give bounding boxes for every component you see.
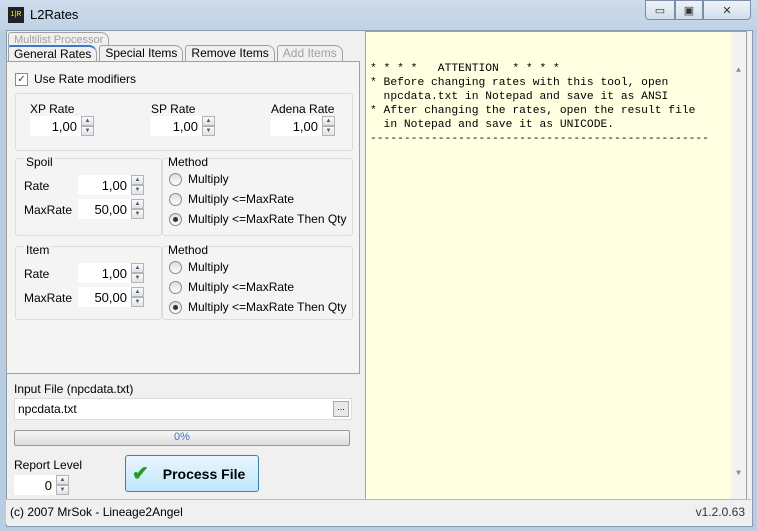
input-file-label: Input File (npcdata.txt): [14, 382, 134, 396]
xp-rate-value[interactable]: 1,00: [30, 119, 81, 134]
item-maxrate-label: MaxRate: [24, 291, 73, 305]
spin-up-icon[interactable]: ▲: [81, 116, 94, 126]
report-level-label: Report Level: [14, 458, 83, 472]
spoil-method-multiply-maxrate-qty[interactable]: Multiply <=MaxRate Then Qty: [169, 209, 347, 229]
spin-down-icon[interactable]: ▼: [81, 126, 94, 136]
process-file-label: Process File: [162, 465, 246, 482]
item-maxrate-value[interactable]: 50,00: [78, 290, 131, 305]
input-file-field[interactable]: npcdata.txt ...: [14, 398, 352, 420]
spoil-method-group: Method Multiply Multiply <=MaxRate Multi…: [162, 155, 353, 236]
progress-bar: 0%: [14, 430, 350, 446]
item-method-group: Method Multiply Multiply <=MaxRate Multi…: [162, 243, 353, 320]
window-title: L2Rates: [30, 7, 79, 22]
item-method-title: Method: [168, 243, 209, 257]
progress-label: 0%: [174, 431, 190, 443]
adena-rate-label: Adena Rate: [271, 102, 335, 116]
spoil-title: Spoil: [24, 155, 55, 169]
spoil-maxrate-label: MaxRate: [24, 203, 73, 217]
item-rate-value[interactable]: 1,00: [78, 266, 131, 281]
sp-rate-label: SP Rate: [151, 102, 196, 116]
spoil-method-multiply-maxrate[interactable]: Multiply <=MaxRate: [169, 189, 347, 209]
spin-up-icon[interactable]: ▲: [202, 116, 215, 126]
close-button[interactable]: ✕: [703, 0, 751, 20]
spin-down-icon[interactable]: ▼: [202, 126, 215, 136]
spin-down-icon[interactable]: ▼: [131, 273, 144, 283]
tab-multilist-processor: Multilist Processor: [8, 32, 110, 46]
title-bar: 1|R L2Rates ▭ ▣ ✕: [0, 0, 757, 30]
spoil-rate-label: Rate: [24, 179, 50, 193]
spoil-method-multiply[interactable]: Multiply: [169, 169, 347, 189]
report-level-value[interactable]: 0: [14, 478, 56, 493]
radio-label: Multiply <=MaxRate: [188, 192, 295, 206]
radio-label: Multiply <=MaxRate Then Qty: [188, 212, 347, 226]
general-rates-panel: ✓ Use Rate modifiers XP Rate 1,00 ▲ ▼ SP R…: [6, 61, 360, 374]
adena-rate-spinner[interactable]: 1,00 ▲ ▼: [271, 116, 335, 136]
tab-remove-items[interactable]: Remove Items: [185, 45, 275, 61]
rates-group: XP Rate 1,00 ▲ ▼ SP Rate 1,00 ▲ ▼ Adena Rate…: [15, 93, 353, 151]
status-bar: (c) 2007 MrSok - Lineage2Angel v1.2.0.63: [6, 499, 751, 524]
item-method-multiply-maxrate-qty[interactable]: Multiply <=MaxRate Then Qty: [169, 297, 347, 317]
spoil-method-title: Method: [168, 155, 209, 169]
checkbox-check-icon: ✓: [15, 72, 28, 86]
xp-rate-spinner[interactable]: 1,00 ▲ ▼: [30, 116, 94, 136]
item-group: Item Rate 1,00 ▲ ▼ MaxRate 50,00 ▲ ▼: [15, 243, 162, 320]
tab-special-items[interactable]: Special Items: [99, 45, 184, 61]
item-rate-spinner[interactable]: 1,00 ▲ ▼: [78, 263, 144, 283]
sp-rate-spinner[interactable]: 1,00 ▲ ▼: [151, 116, 215, 136]
minimize-button[interactable]: ▭: [645, 0, 675, 20]
radio-label: Multiply: [188, 172, 229, 186]
sp-rate-value[interactable]: 1,00: [151, 119, 202, 134]
process-file-button[interactable]: ✔ Process File: [125, 455, 259, 492]
spoil-rate-value[interactable]: 1,00: [78, 178, 131, 193]
spin-down-icon[interactable]: ▼: [131, 297, 144, 307]
spoil-maxrate-value[interactable]: 50,00: [78, 202, 131, 217]
spin-up-icon[interactable]: ▲: [56, 475, 69, 485]
use-rate-modifiers-checkbox[interactable]: ✓ Use Rate modifiers: [15, 72, 136, 86]
item-maxrate-spinner[interactable]: 50,00 ▲ ▼: [78, 287, 144, 307]
item-title: Item: [24, 243, 52, 257]
browse-button[interactable]: ...: [333, 401, 349, 417]
use-rate-modifiers-label: Use Rate modifiers: [34, 72, 137, 86]
spoil-maxrate-spinner[interactable]: 50,00 ▲ ▼: [78, 199, 144, 219]
checkmark-icon: ✔: [132, 463, 149, 485]
item-method-multiply-maxrate[interactable]: Multiply <=MaxRate: [169, 277, 347, 297]
report-level-spinner[interactable]: 0 ▲ ▼: [14, 475, 69, 495]
radio-label: Multiply: [188, 260, 229, 274]
memo-text[interactable]: * * * * ATTENTION * * * * * Before chang…: [366, 60, 746, 148]
item-method-multiply[interactable]: Multiply: [169, 257, 347, 277]
spin-up-icon[interactable]: ▲: [131, 175, 144, 185]
spoil-rate-spinner[interactable]: 1,00 ▲ ▼: [78, 175, 144, 195]
spin-down-icon[interactable]: ▼: [56, 485, 69, 495]
scroll-down-icon[interactable]: ▼: [731, 467, 746, 481]
spin-up-icon[interactable]: ▲: [131, 287, 144, 297]
spin-down-icon[interactable]: ▼: [322, 126, 335, 136]
copyright-text: (c) 2007 MrSok - Lineage2Angel: [10, 505, 183, 519]
spin-up-icon[interactable]: ▲: [322, 116, 335, 126]
memo-scrollbar[interactable]: ▲ ▼: [731, 32, 746, 499]
attention-memo[interactable]: * * * * ATTENTION * * * * * Before chang…: [365, 31, 747, 500]
spoil-group: Spoil Rate 1,00 ▲ ▼ MaxRate 50,00 ▲ ▼: [15, 155, 162, 236]
scroll-up-icon[interactable]: ▲: [731, 64, 746, 78]
spin-up-icon[interactable]: ▲: [131, 199, 144, 209]
xp-rate-label: XP Rate: [30, 102, 75, 116]
maximize-button[interactable]: ▣: [675, 0, 703, 20]
spin-down-icon[interactable]: ▼: [131, 209, 144, 219]
version-text: v1.2.0.63: [695, 505, 745, 519]
adena-rate-value[interactable]: 1,00: [271, 119, 322, 134]
radio-label: Multiply <=MaxRate Then Qty: [188, 300, 347, 314]
spin-up-icon[interactable]: ▲: [131, 263, 144, 273]
app-icon: 1|R: [8, 7, 24, 23]
spin-down-icon[interactable]: ▼: [131, 185, 144, 195]
tab-add-items: Add Items: [276, 45, 343, 61]
input-file-value[interactable]: npcdata.txt: [18, 402, 77, 416]
tab-general-rates[interactable]: General Rates: [8, 45, 98, 62]
radio-label: Multiply <=MaxRate: [188, 280, 295, 294]
item-rate-label: Rate: [24, 267, 50, 281]
